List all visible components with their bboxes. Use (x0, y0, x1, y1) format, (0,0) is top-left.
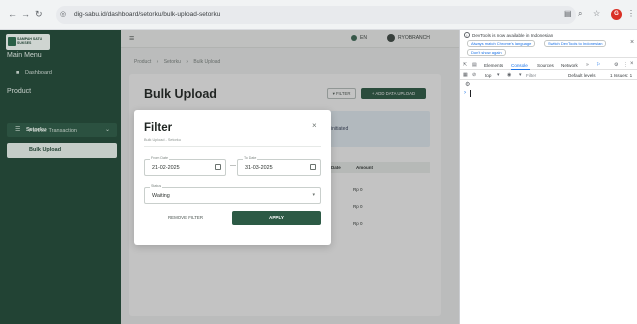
dont-show-again-button[interactable]: Don't show again (467, 49, 506, 56)
context-selector[interactable]: top (485, 73, 491, 78)
tab-console[interactable]: Console (511, 63, 528, 68)
browser-toolbar: ← → ↻ dig-sabu.id/dashboard/setorku/bulk… (0, 0, 637, 30)
back-icon[interactable]: ← (8, 9, 17, 19)
status-value: Waiting (152, 193, 170, 199)
site-info-icon[interactable]: ◎ (60, 10, 68, 19)
console-toolbar: ▦ ⊘ top ▾ ◉ ▾ Filter Default levels 1 Is… (460, 71, 637, 80)
filter-modal: Filter Bulk Upload - Setorku × From Date… (134, 110, 331, 245)
eye-icon[interactable]: ◉ (507, 72, 511, 78)
sidebar-toggle-icon[interactable]: ▦ (463, 72, 468, 78)
zoom-icon[interactable]: ⌕ (578, 9, 582, 19)
sidebar-backdrop (0, 30, 121, 324)
tab-elements[interactable]: Elements (484, 63, 503, 68)
forward-icon[interactable]: → (21, 9, 30, 19)
console-caret (470, 90, 471, 97)
url-text: dig-sabu.id/dashboard/setorku/bulk-uploa… (74, 11, 221, 18)
console-filter-input[interactable]: Filter (526, 73, 536, 78)
tab-sources[interactable]: Sources (537, 63, 554, 68)
devtools-panel: i DevTools is now available in Indonesia… (459, 30, 637, 324)
translate-icon[interactable]: ▤ (564, 9, 572, 18)
modal-title: Filter (144, 122, 173, 134)
issues-count[interactable]: 1 Issues: 1 (610, 73, 632, 78)
divider (144, 146, 321, 147)
banner-text: DevTools is now available in Indonesian (472, 33, 554, 38)
clear-console-icon[interactable]: ⊘ (472, 72, 476, 78)
console-prompt-icon[interactable]: › (464, 90, 466, 96)
modal-subtitle: Bulk Upload - Setorku (144, 138, 181, 142)
apply-button[interactable]: APPLY (232, 211, 321, 225)
from-date-field[interactable]: From Date 21-02-2025 (144, 156, 226, 176)
close-devtools-icon[interactable]: × (630, 61, 634, 67)
status-select[interactable]: Status Waiting ▾ (144, 184, 321, 204)
tab-network[interactable]: Network (561, 63, 578, 68)
calendar-icon[interactable] (310, 164, 316, 170)
switch-language-button[interactable]: Switch DevTools to Indonesian (544, 40, 607, 47)
filter-icon: ▾ (519, 72, 522, 78)
devtools-tabs: ⇱ ▤ Elements Console Sources Network » ⚐… (460, 61, 637, 70)
close-icon[interactable]: × (630, 39, 634, 46)
devtools-language-banner: i DevTools is now available in Indonesia… (460, 30, 637, 58)
device-toolbar-icon[interactable]: ▤ (472, 62, 477, 68)
settings-gear-icon[interactable]: ⚙ (614, 62, 618, 68)
inspect-icon[interactable]: ⇱ (463, 62, 467, 68)
active-tab-indicator (511, 69, 530, 70)
close-icon[interactable]: × (312, 121, 317, 130)
bookmark-star-icon[interactable]: ☆ (593, 9, 600, 18)
address-bar[interactable]: dig-sabu.id/dashboard/setorku/bulk-uploa… (56, 6, 576, 24)
dropdown-icon: ▾ (497, 72, 500, 78)
always-match-button[interactable]: Always match Chrome's language (467, 40, 536, 47)
from-date-value: 21-02-2025 (152, 165, 180, 171)
more-options-icon[interactable]: ⋮ (623, 62, 628, 68)
gear-icon[interactable]: ⚙ (465, 81, 470, 88)
browser-menu-icon[interactable]: ⋮ (627, 9, 635, 18)
chevron-down-icon: ▾ (312, 192, 315, 198)
reload-icon[interactable]: ↻ (35, 9, 43, 19)
issues-icon[interactable]: ⚐ (596, 62, 600, 68)
calendar-icon[interactable] (215, 164, 221, 170)
info-icon: i (464, 32, 470, 38)
to-date-field[interactable]: To Date 31-03-2025 (237, 156, 321, 176)
more-tabs-icon[interactable]: » (586, 62, 589, 68)
remove-filter-button[interactable]: REMOVE FILTER (144, 211, 227, 225)
to-date-value: 31-03-2025 (245, 165, 273, 171)
date-separator: — (230, 163, 236, 169)
levels-selector[interactable]: Default levels (568, 73, 596, 78)
profile-avatar-icon[interactable]: G (611, 9, 622, 20)
